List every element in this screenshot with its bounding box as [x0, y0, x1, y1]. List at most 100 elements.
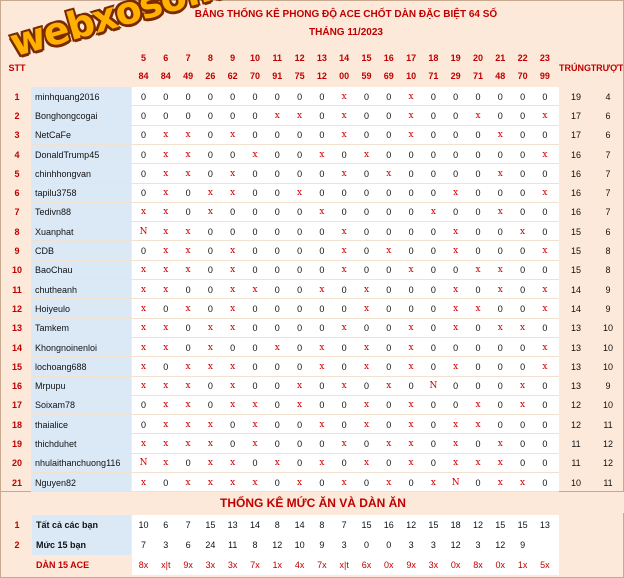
mark-cell: 0 [140, 168, 146, 179]
mark-cell: 0 [430, 188, 436, 199]
mark-cell: 0 [274, 207, 280, 218]
mark-cell: x [230, 323, 236, 334]
mark-cell: 0 [274, 188, 280, 199]
row-stt: 19 [11, 439, 22, 450]
mark-cell: 0 [497, 91, 503, 102]
mark-cell: x [230, 246, 236, 257]
truot-count: 7 [605, 168, 611, 179]
mark-cell: x [252, 400, 258, 411]
mark-cell: x [230, 458, 236, 469]
mark-cell: x [185, 246, 191, 257]
mark-cell: 0 [140, 400, 146, 411]
summary-value: 16 [383, 520, 394, 530]
mark-cell: x [363, 361, 370, 372]
mark-cell: 0 [185, 342, 191, 353]
mark-cell: 0 [363, 323, 369, 334]
mark-cell: 0 [274, 130, 280, 141]
mark-cell: x [297, 400, 303, 411]
mark-cell: x [185, 168, 191, 179]
mark-cell: x [386, 246, 392, 257]
mark-cell: 0 [252, 303, 258, 314]
member-name: Xuanphat [32, 222, 131, 242]
trung-count: 15 [570, 226, 581, 237]
mark-cell: 0 [341, 207, 347, 218]
mark-cell: 0 [140, 149, 146, 160]
mark-cell: 0 [386, 400, 392, 411]
mark-cell: x [542, 303, 548, 314]
mark-cell: x [252, 477, 258, 488]
mark-cell: x [430, 207, 436, 218]
mark-cell: 0 [252, 226, 258, 237]
mark-cell: 0 [497, 419, 503, 430]
mark-cell: 0 [319, 246, 325, 257]
mark-cell: x [542, 342, 548, 353]
summary-value: 3x [205, 560, 216, 570]
mark-cell: 0 [185, 91, 191, 102]
summary-value: 8 [252, 540, 258, 550]
summary-value: 10 [138, 520, 149, 530]
mark-cell: 0 [363, 168, 369, 179]
summary-value: 10 [294, 540, 305, 550]
mark-cell: x [185, 381, 191, 392]
mark-cell: x [140, 284, 147, 295]
summary-value: 9x [183, 560, 193, 570]
summary-value: 6 [163, 520, 169, 530]
member-name: tapilu3758 [32, 183, 131, 203]
mark-cell: x [297, 188, 303, 199]
summary-value: 1x [517, 560, 528, 570]
mark-cell: x [408, 400, 414, 411]
mark-cell: x [207, 188, 213, 199]
mark-cell: 0 [386, 188, 392, 199]
mark-cell: 0 [274, 400, 280, 411]
mark-cell: 0 [497, 246, 503, 257]
mark-cell: 0 [163, 361, 169, 372]
truot-count: 12 [602, 439, 613, 450]
mark-cell: 0 [520, 303, 526, 314]
mark-cell: 0 [274, 168, 280, 179]
trung-count: 14 [570, 284, 581, 295]
mark-cell: 0 [386, 207, 392, 218]
mark-cell: x [140, 342, 147, 353]
mark-cell: 0 [140, 246, 146, 257]
mark-cell: x [230, 361, 236, 372]
row-stt: 6 [14, 188, 20, 199]
mark-cell: 0 [520, 207, 526, 218]
mark-cell: 0 [319, 226, 325, 237]
mark-cell: 0 [542, 439, 548, 450]
mark-cell: 0 [430, 149, 436, 160]
mark-cell: 0 [475, 246, 481, 257]
summary-label: Mức 15 bạn [32, 535, 131, 555]
mark-cell: x [140, 439, 147, 450]
mark-cell: 0 [341, 458, 347, 469]
mark-cell: x [341, 477, 347, 488]
mark-cell: 0 [430, 246, 436, 257]
mark-cell: x [453, 188, 459, 199]
mark-cell: x [230, 188, 236, 199]
mark-cell: 0 [386, 284, 392, 295]
summary-value: 7 [140, 540, 146, 550]
mark-cell: x [542, 188, 548, 199]
mark-cell: x [274, 110, 280, 121]
mark-cell: x [542, 149, 548, 160]
mark-cell: 0 [363, 207, 369, 218]
day-header: 23 [539, 53, 550, 63]
result-number: 99 [539, 71, 550, 81]
row-stt: 7 [14, 207, 20, 218]
summary-value: 3x [428, 560, 439, 570]
trung-count: 13 [570, 323, 581, 334]
mark-cell: x [163, 265, 169, 276]
mark-cell: 0 [185, 284, 191, 295]
mark-cell: x [319, 149, 325, 160]
mark-cell: 0 [520, 110, 526, 121]
member-name: thaialice [32, 415, 131, 435]
mark-cell: 0 [430, 458, 436, 469]
mark-cell: 0 [453, 91, 459, 102]
mark-cell: x [163, 284, 169, 295]
mark-cell: x [207, 419, 213, 430]
summary-value: 3 [408, 540, 414, 550]
truot-count: 9 [605, 284, 611, 295]
mark-cell: x [230, 477, 236, 488]
mark-cell: 0 [207, 226, 213, 237]
mark-cell: 0 [520, 361, 526, 372]
mark-cell: 0 [386, 342, 392, 353]
